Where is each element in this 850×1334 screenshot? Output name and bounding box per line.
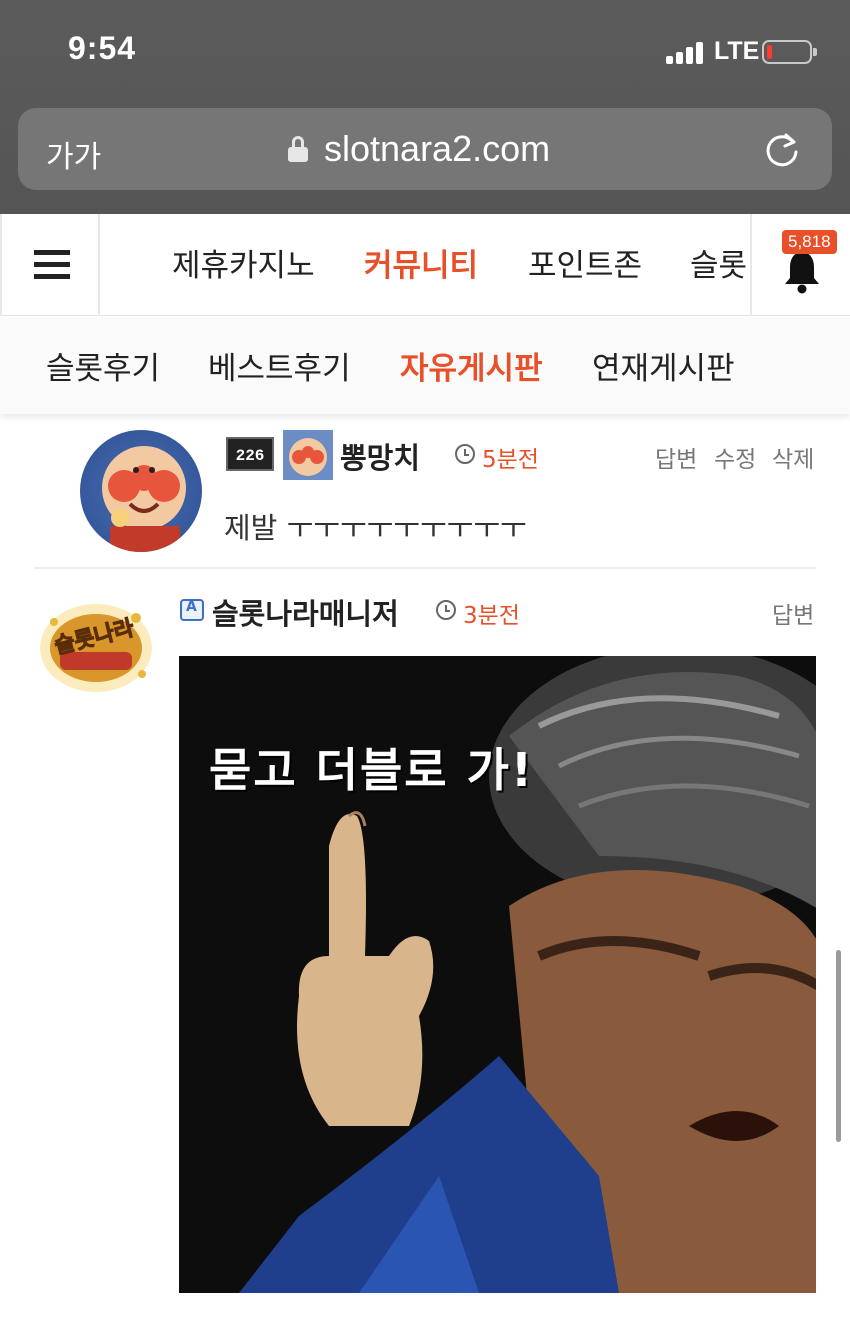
edit-button[interactable]: 수정 — [714, 440, 756, 474]
battery-level — [767, 45, 772, 59]
comment-time: 3분전 — [463, 603, 520, 629]
tab-community[interactable]: 커뮤니티 — [364, 240, 478, 285]
battery-icon — [762, 40, 817, 64]
delete-button[interactable]: 삭제 — [772, 440, 814, 474]
sub-nav: 슬롯후기 베스트후기 자유게시판 연재게시판 — [0, 317, 850, 414]
signal-icon — [666, 42, 708, 64]
comment-divider — [34, 567, 816, 569]
browser-chrome: 9:54 LTE 가가 slotnara2.com — [0, 0, 850, 214]
status-time: 9:54 — [68, 30, 137, 66]
hamburger-menu-button[interactable] — [0, 214, 100, 316]
avatar-image — [102, 446, 186, 552]
avatar[interactable]: 슬롯나라 — [32, 592, 160, 704]
clock-icon — [455, 444, 475, 464]
comment-text: 제발 ㅜㅜㅜㅜㅜㅜㅜㅜㅜ — [224, 511, 527, 545]
avatar[interactable] — [80, 430, 202, 552]
user-icon — [283, 430, 333, 480]
slotnara-logo: 슬롯나라 — [40, 604, 152, 692]
meme-caption: 묻고 더블로 가! — [209, 743, 534, 797]
subtab-best-review[interactable]: 베스트후기 — [208, 343, 351, 388]
comment-image[interactable]: 묻고 더블로 가! — [179, 656, 816, 1293]
notification-badge: 5,818 — [782, 230, 837, 254]
menu-icon-bar — [34, 250, 70, 255]
tab-partner-casino[interactable]: 제휴카지노 — [172, 240, 315, 285]
reply-button[interactable]: 답변 — [655, 440, 697, 474]
subtab-slot-review[interactable]: 슬롯후기 — [46, 343, 160, 388]
scrollbar[interactable] — [836, 950, 841, 1142]
comment-time: 5분전 — [482, 447, 539, 473]
level-badge: 226 — [226, 437, 274, 471]
notification-button[interactable]: 5,818 — [750, 214, 850, 316]
main-nav: 제휴카지노 커뮤니티 포인트존 슬롯 5,818 — [0, 214, 850, 316]
tab-point-zone[interactable]: 포인트존 — [528, 240, 642, 285]
tab-slot[interactable]: 슬롯 — [690, 240, 747, 285]
bell-icon — [785, 252, 819, 294]
menu-icon-bar — [34, 262, 70, 267]
subtab-free-board[interactable]: 자유게시판 — [400, 343, 543, 388]
reply-button[interactable]: 답변 — [772, 596, 814, 630]
menu-icon-bar — [34, 274, 70, 279]
subtab-serial-board[interactable]: 연재게시판 — [592, 343, 735, 388]
comment-username[interactable]: 슬롯나라매니저 — [212, 591, 399, 633]
main-nav-tabs: 제휴카지노 커뮤니티 포인트존 슬롯 — [102, 214, 750, 316]
address-bar[interactable]: 가가 slotnara2.com — [18, 108, 832, 190]
lock-icon — [288, 136, 308, 162]
comment-username[interactable]: 뽕망치 — [340, 435, 420, 477]
url-text[interactable]: slotnara2.com — [324, 128, 550, 170]
clock-icon — [436, 600, 456, 620]
text-size-button[interactable]: 가가 — [46, 132, 101, 176]
reload-icon[interactable] — [762, 130, 802, 170]
network-label: LTE — [714, 37, 760, 65]
manager-icon — [180, 599, 204, 621]
